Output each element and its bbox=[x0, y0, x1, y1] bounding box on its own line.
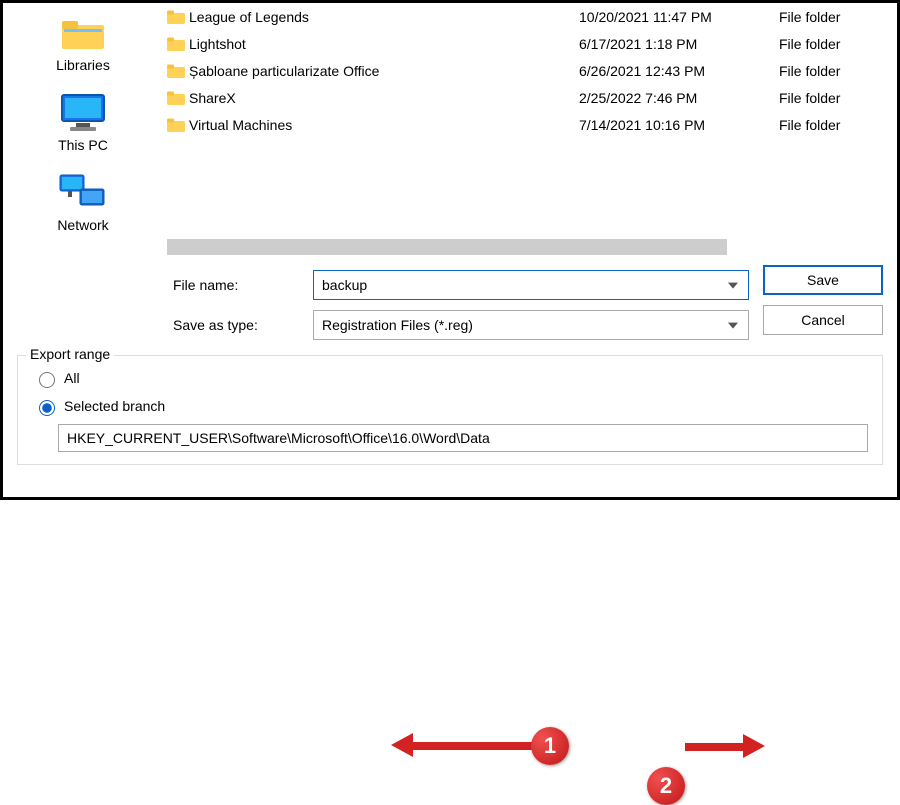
export-range-group: Export range All Selected branch bbox=[17, 355, 883, 465]
monitor-icon bbox=[58, 93, 108, 133]
file-type: File folder bbox=[779, 36, 893, 52]
file-list[interactable]: League of Legends 10/20/2021 11:47 PM Fi… bbox=[163, 3, 897, 239]
folder-icon bbox=[167, 118, 189, 132]
file-date: 7/14/2021 10:16 PM bbox=[579, 117, 779, 133]
save-button[interactable]: Save bbox=[763, 265, 883, 295]
places-sidebar: Libraries This PC Network bbox=[3, 3, 163, 255]
file-name: Lightshot bbox=[189, 36, 579, 52]
file-type: File folder bbox=[779, 117, 893, 133]
saveastype-label: Save as type: bbox=[173, 317, 313, 333]
sidebar-item-label: Libraries bbox=[56, 57, 110, 73]
filename-label: File name: bbox=[173, 277, 313, 293]
folder-icon bbox=[60, 17, 106, 53]
file-date: 6/17/2021 1:18 PM bbox=[579, 36, 779, 52]
radio-all-input[interactable] bbox=[39, 372, 55, 388]
sidebar-item-this-pc[interactable]: This PC bbox=[38, 93, 128, 153]
sidebar-item-network[interactable]: Network bbox=[38, 173, 128, 233]
radio-selected-branch[interactable]: Selected branch bbox=[34, 392, 870, 420]
annotation-badge-1: 1 bbox=[531, 727, 569, 765]
file-type: File folder bbox=[779, 90, 893, 106]
file-row[interactable]: ShareX 2/25/2022 7:46 PM File folder bbox=[163, 84, 897, 111]
file-date: 10/20/2021 11:47 PM bbox=[579, 9, 779, 25]
file-row[interactable]: Lightshot 6/17/2021 1:18 PM File folder bbox=[163, 30, 897, 57]
file-name: Șabloane particularizate Office bbox=[189, 63, 579, 79]
file-date: 2/25/2022 7:46 PM bbox=[579, 90, 779, 106]
file-type: File folder bbox=[779, 9, 893, 25]
cancel-button[interactable]: Cancel bbox=[763, 305, 883, 335]
sidebar-item-libraries[interactable]: Libraries bbox=[38, 17, 128, 73]
file-date: 6/26/2021 12:43 PM bbox=[579, 63, 779, 79]
folder-icon bbox=[167, 91, 189, 105]
folder-icon bbox=[167, 10, 189, 24]
file-type: File folder bbox=[779, 63, 893, 79]
branch-path-input[interactable] bbox=[58, 424, 868, 452]
saveastype-combobox[interactable]: Registration Files (*.reg) bbox=[313, 310, 749, 340]
sidebar-item-label: This PC bbox=[58, 137, 108, 153]
sidebar-item-label: Network bbox=[57, 217, 108, 233]
filename-combobox[interactable] bbox=[313, 270, 749, 300]
file-name: League of Legends bbox=[189, 9, 579, 25]
network-icon bbox=[58, 173, 108, 213]
radio-selected-branch-input[interactable] bbox=[39, 400, 55, 416]
radio-all[interactable]: All bbox=[34, 364, 870, 392]
folder-icon bbox=[167, 64, 189, 78]
annotation-badge-2: 2 bbox=[647, 767, 685, 805]
file-row[interactable]: Șabloane particularizate Office 6/26/202… bbox=[163, 57, 897, 84]
file-row[interactable]: Virtual Machines 7/14/2021 10:16 PM File… bbox=[163, 111, 897, 138]
export-range-legend: Export range bbox=[26, 346, 114, 362]
file-name: ShareX bbox=[189, 90, 579, 106]
saveastype-value: Registration Files (*.reg) bbox=[322, 317, 473, 333]
file-row[interactable]: League of Legends 10/20/2021 11:47 PM Fi… bbox=[163, 3, 897, 30]
filename-input[interactable] bbox=[322, 277, 720, 293]
file-name: Virtual Machines bbox=[189, 117, 579, 133]
horizontal-scrollbar[interactable] bbox=[167, 239, 727, 255]
folder-icon bbox=[167, 37, 189, 51]
